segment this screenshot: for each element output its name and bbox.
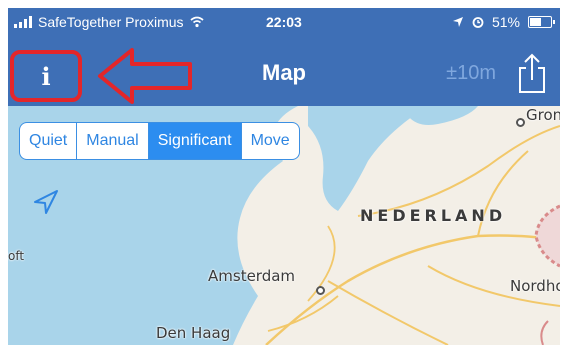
navigation-header: SafeTogether Proximus 22:03 51% i Map ±1…: [8, 8, 560, 106]
status-bar: SafeTogether Proximus 22:03 51%: [8, 8, 560, 36]
alarm-icon: [472, 17, 484, 28]
mode-option-quiet[interactable]: Quiet: [20, 123, 78, 159]
map-label-groningen: Gron: [526, 106, 560, 124]
signal-strength-icon: [14, 16, 32, 28]
city-marker: [516, 118, 525, 127]
wifi-icon: [189, 16, 204, 28]
mode-option-significant[interactable]: Significant: [148, 123, 242, 159]
status-left: SafeTogether Proximus: [14, 14, 204, 30]
battery-icon: [528, 16, 555, 28]
mode-option-manual[interactable]: Manual: [77, 123, 149, 159]
map-label-den-haag: Den Haag: [156, 324, 231, 342]
map-view[interactable]: Quiet Manual Significant Move NEDERLAND …: [8, 106, 560, 345]
battery-percent: 51%: [491, 14, 520, 30]
status-time: 22:03: [266, 14, 302, 30]
nav-row: i Map ±10m: [8, 40, 560, 106]
location-services-icon: [452, 17, 463, 27]
accuracy-indicator: ±10m: [446, 62, 496, 84]
status-right: 51%: [452, 14, 555, 30]
city-marker: [316, 286, 325, 295]
carrier-name: SafeTogether Proximus: [38, 14, 184, 30]
mode-option-move[interactable]: Move: [242, 123, 299, 159]
map-label-nordhorn: Nordhor: [510, 277, 560, 295]
locate-me-icon[interactable]: [30, 186, 62, 218]
app-screen: SafeTogether Proximus 22:03 51% i Map ±1…: [0, 0, 568, 345]
share-button[interactable]: [516, 52, 548, 94]
map-label-partial: oft: [8, 249, 25, 263]
map-label-country: NEDERLAND: [360, 206, 507, 225]
tracking-mode-selector[interactable]: Quiet Manual Significant Move: [19, 122, 300, 160]
map-label-amsterdam: Amsterdam: [208, 267, 296, 285]
